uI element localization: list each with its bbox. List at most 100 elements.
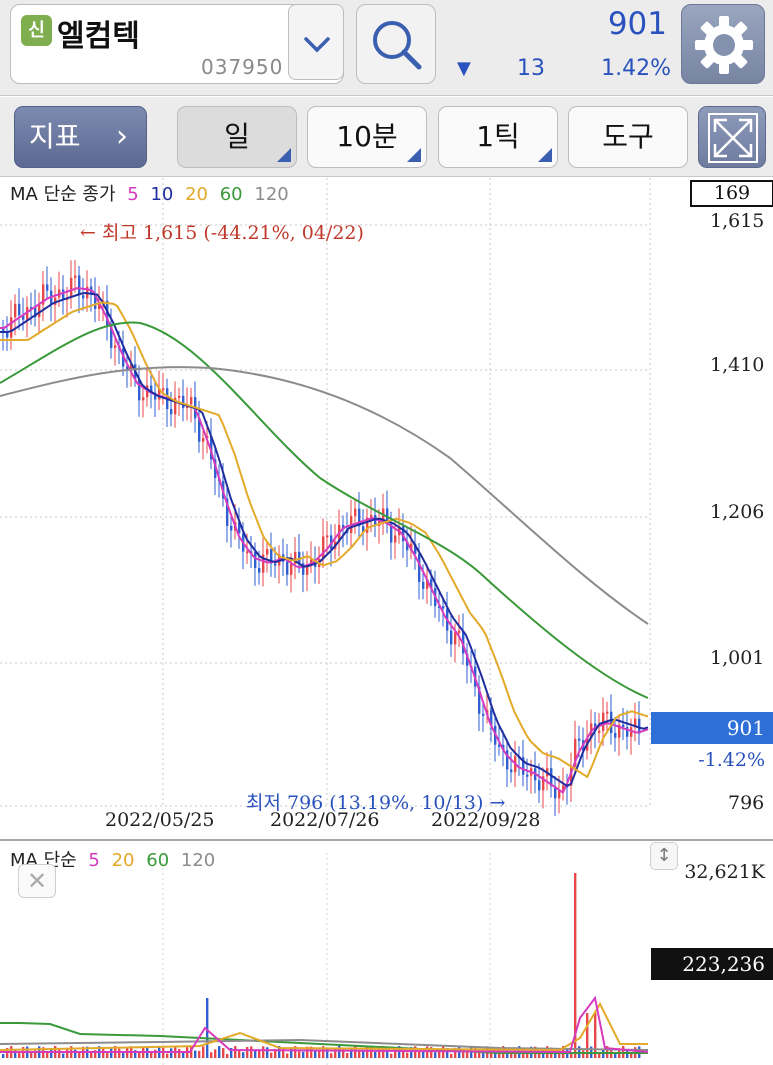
volume-bar [218,1046,221,1058]
candle-body [606,711,609,714]
ma60-label: 60 [219,184,243,205]
candle-body [78,275,81,296]
candle-body [178,395,181,398]
stock-name: 엘컴텍 [57,19,140,54]
candle-body [598,730,601,733]
volume-bar [210,1052,213,1058]
candle-count-box[interactable]: 169 [690,180,773,207]
volume-bar [2,1054,5,1058]
volume-bar [510,1053,513,1058]
volume-bar [118,1048,121,1058]
volume-bar [374,1051,377,1058]
resize-handle-icon[interactable]: ↕ [650,842,678,870]
y-tick-label: 796 [728,792,765,814]
volume-bar [594,1013,597,1058]
search-button[interactable] [356,4,436,84]
period-tick-button[interactable]: 1틱 [438,106,558,168]
volume-bar [266,1047,269,1058]
candle-body [202,438,205,442]
volume-bar [182,1052,185,1058]
period-day-button[interactable]: 일 [177,106,297,168]
stock-header: 신 엘컴텍 037950 901 ▼ 13 1.42% [0,0,773,96]
ma20-label: 20 [185,184,208,205]
price-chart-area[interactable]: MA 단순 종가 5 10 20 60 120 169 1,615 1,410 … [0,178,773,1065]
candle-body [70,277,73,298]
volume-bar [262,1046,265,1058]
indicator-label: 지표 [29,120,81,153]
candle-body [422,581,425,589]
volume-bar [226,1053,229,1058]
candle-body [622,724,625,728]
volume-bar [110,1048,113,1058]
candle-body [266,549,269,555]
volume-bar [390,1053,393,1058]
expand-button[interactable] [698,106,766,168]
candle-body [538,780,541,791]
change-value: 13 [517,56,545,81]
candle-body [258,567,261,573]
candle-body [162,388,165,391]
volume-bar [614,1053,617,1058]
y-tick-label: 1,615 [710,210,765,232]
volume-bar [46,1052,49,1058]
volume-bar [106,1053,109,1058]
y-tick-label: 1,206 [710,501,765,523]
candle-body [254,552,257,568]
candle-body [394,535,397,543]
stock-code: 037950 [201,55,284,79]
chevron-right-icon: › [116,119,128,154]
candle-body [322,536,325,559]
y-tick-label: 1,001 [710,647,765,669]
corner-triangle-icon [538,148,552,162]
tools-button[interactable]: 도구 [568,106,688,168]
candle-body [18,303,21,316]
volume-bar [406,1052,409,1058]
close-icon[interactable]: ✕ [18,864,56,898]
volume-bar [302,1051,305,1058]
chart-canvas[interactable] [0,178,773,1065]
ma120-line [0,366,649,625]
candle-body [114,345,117,348]
volume-bar [202,1046,205,1058]
volume-bar [346,1053,349,1058]
candle-body [170,409,173,415]
candle-body [290,563,293,575]
volume-bar [258,1050,261,1058]
candle-body [62,289,65,300]
volume-bar [50,1049,53,1058]
candle-body [190,397,193,405]
period-minute-button[interactable]: 10분 [307,106,427,168]
volume-bar [330,1053,333,1058]
x-date-label: 2022/07/26 [270,809,380,831]
tools-label: 도구 [602,120,654,153]
volume-bar [178,1049,181,1058]
candle-body [526,774,529,777]
ma-legend-label: MA 단순 종가 [10,184,116,205]
volume-bar [242,1052,245,1058]
volume-bar [74,1049,77,1058]
volume-bar [222,1048,225,1058]
vol-ma60-label: 60 [146,850,170,871]
candle-body [82,295,85,299]
expand-icon [708,113,758,163]
volume-bar [362,1051,365,1058]
current-price-tag: 901 [651,712,773,744]
change-down-arrow: ▼ [457,58,471,79]
high-annotation: ← 최고 1,615 (-44.21%, 04/22) [80,222,364,244]
candle-body [354,508,357,516]
indicator-button[interactable]: 지표 › [14,106,147,168]
stock-dropdown-button[interactable] [288,4,344,80]
ma-legend: MA 단순 종가 5 10 20 60 120 [10,180,295,206]
candle-body [298,551,301,564]
volume-max-label: 32,621K [684,861,765,883]
corner-triangle-icon [277,148,291,162]
volume-bar [234,1046,237,1058]
volume-bar [314,1051,317,1058]
current-pct-label: -1.42% [698,749,765,771]
candle-body [246,551,249,554]
corner-triangle-icon [407,148,421,162]
volume-bar [290,1047,293,1058]
market-badge: 신 [21,15,52,46]
chevron-down-icon [304,37,330,53]
settings-button[interactable] [681,4,765,84]
